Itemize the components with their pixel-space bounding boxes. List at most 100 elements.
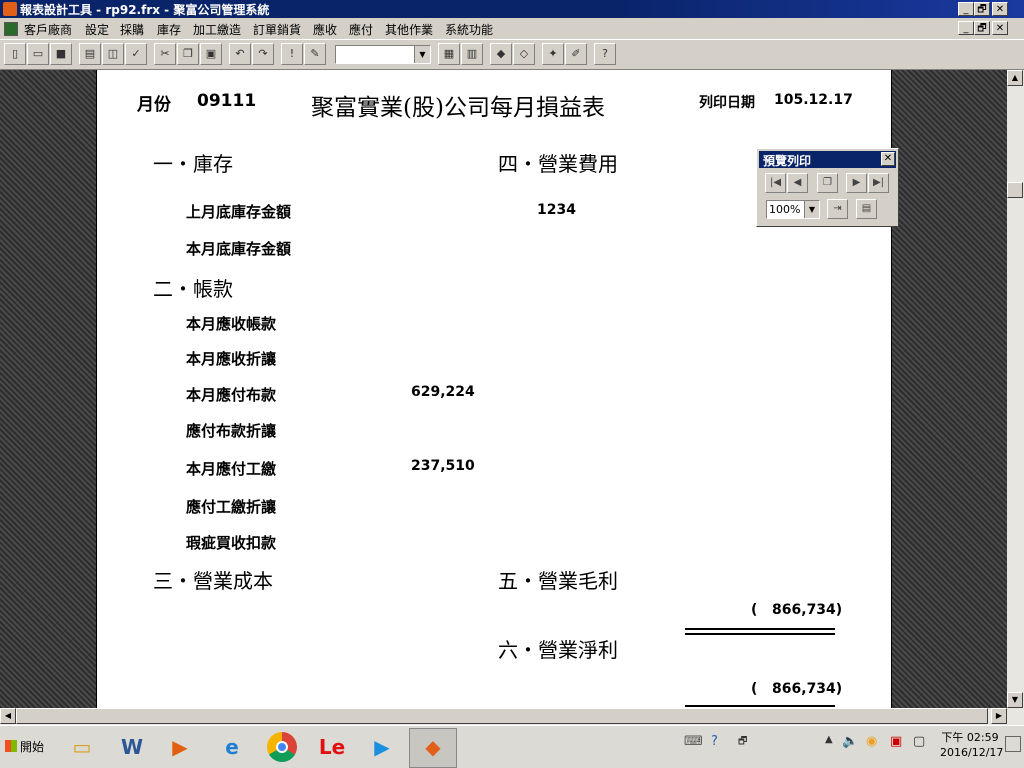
open-folder-icon[interactable]: ▭ xyxy=(27,43,49,65)
menu-item-other[interactable]: 其他作業 xyxy=(385,21,433,38)
previous-page-icon[interactable]: ◀ xyxy=(787,173,808,193)
chevron-down-icon[interactable]: ▼ xyxy=(804,201,819,218)
scroll-right-icon[interactable]: ▶ xyxy=(991,708,1007,724)
menu-item-system[interactable]: 系統功能 xyxy=(445,21,493,38)
month-value: 09111 xyxy=(197,91,257,111)
network-icon[interactable]: ▣ xyxy=(890,734,902,749)
cut-icon[interactable]: ✂ xyxy=(154,43,176,65)
menu-item-payable[interactable]: 應付 xyxy=(349,21,373,38)
copy-icon[interactable]: ❐ xyxy=(177,43,199,65)
close-button[interactable]: ✕ xyxy=(992,2,1008,16)
start-label: 開始 xyxy=(20,740,45,754)
double-underline-top xyxy=(685,628,835,630)
media-player-icon[interactable]: ▶ xyxy=(160,729,200,765)
show-desktop-icon[interactable] xyxy=(1005,736,1021,752)
vertical-scroll-thumb[interactable] xyxy=(1007,182,1023,198)
menu-item-purchase[interactable]: 採購 xyxy=(120,21,144,38)
month-label: 月份 xyxy=(137,95,171,115)
vertical-scrollbar[interactable]: ▲ ▼ xyxy=(1007,70,1024,708)
preview-close-icon[interactable]: ✕ xyxy=(881,152,895,166)
run-icon[interactable]: ! xyxy=(281,43,303,65)
preview-toolbar-title: 預覽列印 xyxy=(763,154,812,168)
new-file-icon[interactable]: ▯ xyxy=(4,43,26,65)
double-underline-bottom xyxy=(685,633,835,635)
minimize-button[interactable]: _ xyxy=(958,2,974,16)
video-player-icon[interactable]: ▶ xyxy=(362,729,402,765)
zoom-select[interactable]: 100% ▼ xyxy=(766,200,820,219)
scroll-down-icon[interactable]: ▼ xyxy=(1007,692,1023,708)
item-payable-labor-discount: 應付工繳折讓 xyxy=(186,498,277,516)
menu-item-inventory[interactable]: 庫存 xyxy=(157,21,181,38)
tray-expand-icon[interactable]: ▲ xyxy=(825,734,833,745)
horizontal-scrollbar[interactable]: ◀ ▶ xyxy=(0,708,1024,725)
exit-preview-icon[interactable]: ⇥ xyxy=(827,199,848,219)
value-payable-labor: 237,510 xyxy=(411,458,475,474)
mdi-restore-button[interactable]: 🗗 xyxy=(974,21,990,35)
item-defect-deduction: 瑕疵買收扣款 xyxy=(186,534,277,552)
item-this-inventory: 本月底庫存金額 xyxy=(186,240,292,258)
chrome-icon[interactable] xyxy=(262,729,302,765)
taskbar: 開始 ▭ W ▶ e Le ▶ ◆ ⌨ ? 🗗 ▲ 🔈 ◉ ▣ ▢ 下午 02:… xyxy=(0,725,1024,768)
horizontal-scroll-thumb[interactable] xyxy=(16,708,988,724)
volume-icon[interactable]: 🔈 xyxy=(842,734,858,749)
report-icon[interactable]: ▥ xyxy=(461,43,483,65)
internet-explorer-icon[interactable]: e xyxy=(212,729,252,765)
next-page-icon[interactable]: ▶ xyxy=(846,173,867,193)
wizard-icon[interactable]: ✦ xyxy=(542,43,564,65)
save-icon[interactable]: ■ xyxy=(50,43,72,65)
restore-tray-icon[interactable]: 🗗 xyxy=(738,734,747,751)
clock[interactable]: 下午 02:59 2016/12/17 xyxy=(940,730,1003,760)
mdi-close-button[interactable]: ✕ xyxy=(992,21,1008,35)
title-bar: 報表設計工具 - rp92.frx - 聚富公司管理系統 _ 🗗 ✕ xyxy=(0,0,1024,18)
help-tray-icon[interactable]: ? xyxy=(711,734,718,749)
table-icon[interactable]: ◇ xyxy=(513,43,535,65)
letv-icon[interactable]: Le xyxy=(312,729,352,765)
help-icon[interactable]: ? xyxy=(594,43,616,65)
action-center-icon[interactable]: ▢ xyxy=(913,734,925,749)
spell-check-icon[interactable]: ✓ xyxy=(125,43,147,65)
fox-app-task-icon[interactable]: ◆ xyxy=(409,728,457,768)
chevron-down-icon[interactable]: ▼ xyxy=(414,46,430,63)
restore-button[interactable]: 🗗 xyxy=(974,2,990,16)
first-page-icon[interactable]: |◀ xyxy=(765,173,786,193)
database-icon[interactable]: ◆ xyxy=(490,43,512,65)
print-icon[interactable]: ▤ xyxy=(79,43,101,65)
preview-toolbar-titlebar[interactable]: 預覽列印 ✕ xyxy=(759,151,896,168)
section-gross: 五・營業毛利 xyxy=(498,569,618,593)
keyboard-icon[interactable]: ⌨ xyxy=(684,734,703,749)
print-preview-icon[interactable]: ◫ xyxy=(102,43,124,65)
section-cost: 三・營業成本 xyxy=(153,569,273,593)
net-underline xyxy=(685,705,835,707)
menu-item-orders[interactable]: 訂單銷貨 xyxy=(253,21,301,38)
paste-icon[interactable]: ▣ xyxy=(200,43,222,65)
value-gross: ( 866,734) xyxy=(751,602,843,618)
menu-app-icon xyxy=(4,22,18,36)
word-icon[interactable]: W xyxy=(112,729,152,765)
edit-icon[interactable]: ✐ xyxy=(565,43,587,65)
last-page-icon[interactable]: ▶| xyxy=(868,173,889,193)
undo-icon[interactable]: ↶ xyxy=(229,43,251,65)
menu-item-settings[interactable]: 設定 xyxy=(85,21,109,38)
modify-icon[interactable]: ✎ xyxy=(304,43,326,65)
item-payable-labor: 本月應付工繳 xyxy=(186,460,277,478)
menu-item-customers[interactable]: 客戶廠商 xyxy=(24,21,72,38)
menu-item-processing[interactable]: 加工繳造 xyxy=(193,21,241,38)
form-icon[interactable]: ▦ xyxy=(438,43,460,65)
print-icon[interactable]: ▤ xyxy=(856,199,877,219)
antivirus-icon[interactable]: ◉ xyxy=(866,734,877,749)
app-fox-icon xyxy=(3,2,17,16)
scroll-up-icon[interactable]: ▲ xyxy=(1007,70,1023,86)
windows-logo-icon xyxy=(5,740,17,752)
window-title: 報表設計工具 - rp92.frx - 聚富公司管理系統 xyxy=(20,3,270,17)
scroll-left-icon[interactable]: ◀ xyxy=(0,708,16,724)
goto-page-icon[interactable]: ❐ xyxy=(817,173,838,193)
file-explorer-icon[interactable]: ▭ xyxy=(62,729,102,765)
menu-item-receivable[interactable]: 應收 xyxy=(313,21,337,38)
redo-icon[interactable]: ↷ xyxy=(252,43,274,65)
mdi-minimize-button[interactable]: _ xyxy=(958,21,974,35)
toolbar-combo[interactable]: ▼ xyxy=(335,45,431,64)
preview-toolbar-window: 預覽列印 ✕ |◀ ◀ ❐ ▶ ▶| 100% ▼ ⇥ ▤ xyxy=(756,148,899,227)
menu-bar: 客戶廠商 設定 採購 庫存 加工繳造 訂單銷貨 應收 應付 其他作業 系統功能 … xyxy=(0,19,1024,38)
section-net: 六・營業淨利 xyxy=(498,638,618,662)
start-button[interactable]: 開始 xyxy=(2,731,52,763)
